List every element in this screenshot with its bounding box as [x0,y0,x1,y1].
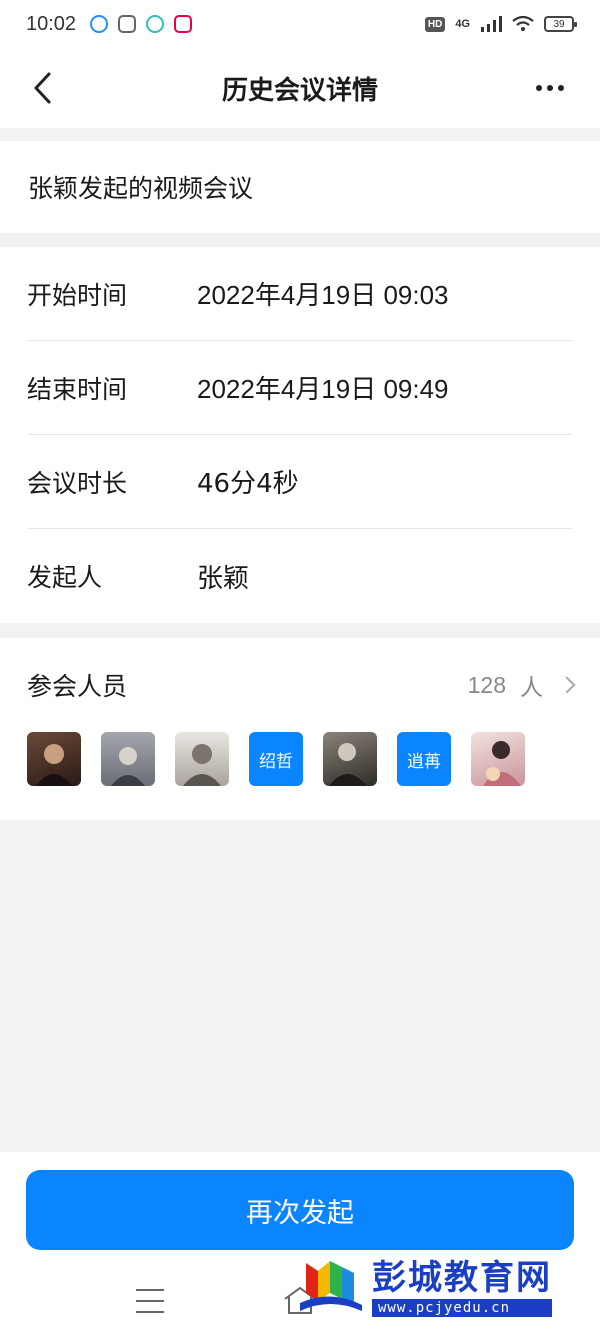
restart-meeting-button[interactable]: 再次发起 [26,1170,574,1250]
person-silhouette-icon [36,744,72,786]
avatar[interactable] [175,732,229,786]
avatar-initials: 逍苒 [407,751,441,772]
info-value: 2022年4月19日 09:49 [197,374,449,404]
hd-icon: HD [424,16,446,32]
watermark-text: 彭城教育网 www.pcjyedu.cn [372,1250,552,1317]
page-title: 历史会议详情 [221,75,378,106]
info-row-start-time: 开始时间 2022年4月19日 09:03 [27,247,573,341]
info-label: 开始时间 [27,280,128,310]
more-button[interactable] [530,74,570,102]
info-label: 会议时长 [27,468,128,498]
info-row-end-time: 结束时间 2022年4月19日 09:49 [27,341,573,435]
battery-icon: 39 [544,16,577,32]
back-button[interactable] [22,68,62,108]
info-value: 张颖 [197,563,250,594]
status-app-icons [90,15,193,33]
avatar[interactable]: 逍苒 [397,732,451,786]
avatar[interactable] [323,732,377,786]
watermark-url: www.pcjyedu.cn [372,1298,552,1317]
avatar[interactable]: 绍哲 [249,732,303,786]
watermark-logo: 彭城教育网 www.pcjyedu.cn [296,1246,586,1320]
signal-icon [481,16,502,32]
participants-card: 参会人员 128 人 绍哲 逍苒 [0,638,600,820]
participants-unit: 人 [520,675,543,701]
person-silhouette-icon [111,747,145,786]
scan-app-icon [118,15,137,33]
info-label: 发起人 [27,563,103,592]
wifi-icon [512,16,534,31]
chat-app-icon [146,15,165,33]
info-row-initiator: 发起人 张颖 [27,529,573,623]
more-icon [536,85,542,91]
meeting-name: 张颖发起的视频会议 [28,174,254,203]
book-logo-icon [300,1261,362,1311]
meeting-title-card: 张颖发起的视频会议 [0,141,600,233]
person-silhouette-icon [329,743,367,786]
participants-count: 128 [467,671,506,698]
avatar[interactable] [101,732,155,786]
nav-header: 历史会议详情 [0,48,600,128]
browser-app-icon [90,15,109,33]
participants-header: 参会人员 128 人 [27,638,576,732]
network-type: 4G [455,18,470,30]
info-value: 2022年4月19日 09:03 [197,280,449,310]
avatar-list: 绍哲 逍苒 [27,732,573,786]
participants-title: 参会人员 [27,672,128,701]
chevron-left-icon [34,72,51,104]
info-value: 46分4秒 [197,469,299,499]
avatar-initials: 绍哲 [259,751,293,772]
game-app-icon [174,15,193,33]
watermark-title: 彭城教育网 [372,1257,552,1298]
status-time: 10:02 [26,12,77,35]
status-bar: 10:02 HD 4G 39 [0,0,600,48]
person-silhouette-icon [183,744,221,786]
status-indicators: HD 4G 39 [424,16,577,32]
person-silhouette-icon [483,741,521,786]
info-row-duration: 会议时长 46分4秒 [27,435,573,529]
participants-count-link[interactable]: 128 人 [467,668,576,702]
avatar[interactable] [27,732,81,786]
meeting-info-card: 开始时间 2022年4月19日 09:03 结束时间 2022年4月19日 09… [0,247,600,623]
info-label: 结束时间 [27,374,128,404]
menu-icon[interactable] [136,1289,164,1313]
chevron-right-icon [558,676,576,694]
avatar[interactable] [471,732,525,786]
